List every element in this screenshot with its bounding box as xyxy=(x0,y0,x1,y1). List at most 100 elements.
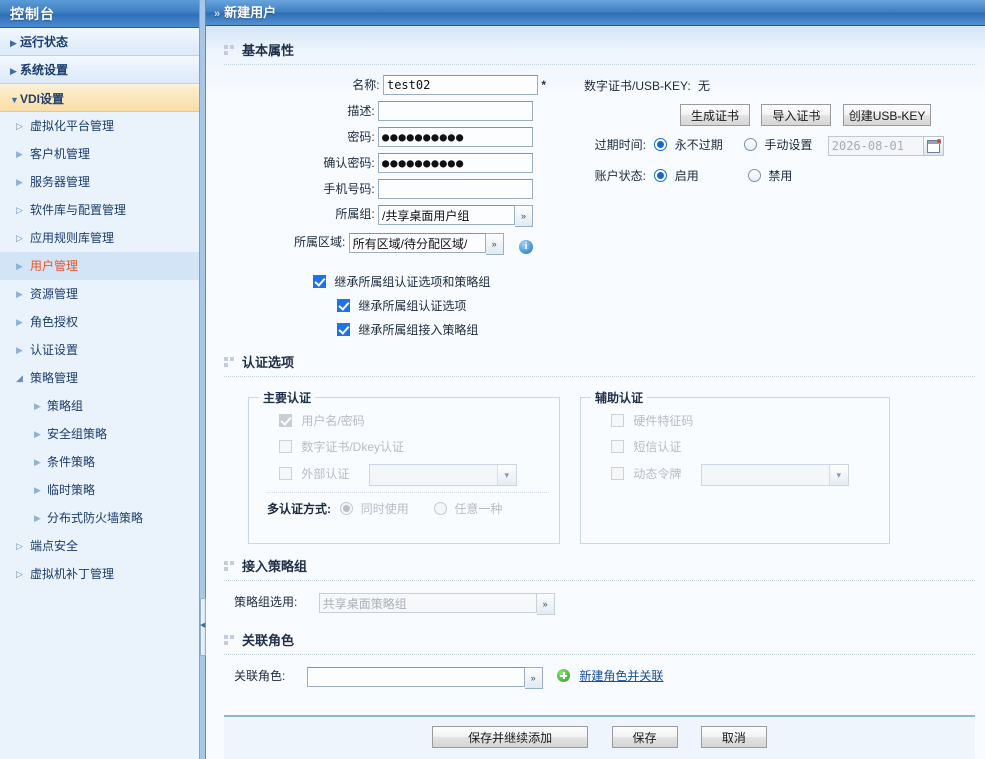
sidebar-item-label: 应用规则库管理 xyxy=(30,231,114,245)
description-input[interactable] xyxy=(378,101,533,121)
main-content: »新建用户 基本属性 名称: * xyxy=(206,0,985,759)
form-footer: 保存并继续添加 保存 取消 xyxy=(224,715,975,759)
policy-group-picker-button[interactable]: » xyxy=(537,593,555,615)
expire-manual-radio[interactable] xyxy=(744,138,757,151)
associated-roles-picker-button[interactable]: » xyxy=(525,667,543,689)
save-button[interactable]: 保存 xyxy=(612,726,678,748)
sidebar-group-vdi-settings[interactable]: ▼VDI设置 xyxy=(0,84,199,112)
sidebar-item-role-authorization[interactable]: ▶ 角色授权 xyxy=(0,308,199,336)
sidebar-item-distributed-firewall-policy[interactable]: ▶ 分布式防火墙策略 xyxy=(0,504,199,532)
sidebar-item-endpoint-security[interactable]: ▷ 端点安全 xyxy=(0,532,199,560)
sidebar-item-label: 认证设置 xyxy=(30,343,78,357)
inherit-policy-checkbox[interactable] xyxy=(337,323,350,336)
section-marker-icon xyxy=(224,357,236,367)
expire-never-label: 永不过期 xyxy=(675,138,723,152)
triangle-down-icon: ◢ xyxy=(16,364,23,392)
group-label: 所属组: xyxy=(335,207,374,221)
plus-circle-icon[interactable] xyxy=(557,669,570,682)
triangle-right-icon: ▶ xyxy=(34,476,41,504)
status-disabled-label: 禁用 xyxy=(768,169,792,183)
status-disabled-radio[interactable] xyxy=(748,169,761,182)
sidebar-item-condition-policy[interactable]: ▶条件策略 xyxy=(0,448,199,476)
sidebar-item-policy-management[interactable]: ◢ 策略管理 xyxy=(0,364,199,392)
sidebar-item-label: 客户机管理 xyxy=(30,147,90,161)
status-enabled-radio[interactable] xyxy=(654,169,667,182)
name-label: 名称: xyxy=(352,78,379,92)
triangle-right-icon: ▷ xyxy=(16,224,23,252)
triangle-right-icon: ▶ xyxy=(34,392,41,420)
expire-never-radio[interactable] xyxy=(654,138,667,151)
sidebar-item-resource-management[interactable]: ▶资源管理 xyxy=(0,280,199,308)
password-input[interactable] xyxy=(378,127,533,147)
sms-auth-checkbox xyxy=(611,440,624,453)
section-title-text: 接入策略组 xyxy=(242,559,307,574)
dynamic-token-label: 动态令牌 xyxy=(633,467,681,481)
confirm-password-input[interactable] xyxy=(378,153,533,173)
triangle-right-icon: ▶ xyxy=(16,168,23,196)
sidebar-splitter[interactable] xyxy=(200,0,206,759)
generate-certificate-button[interactable]: 生成证书 xyxy=(680,104,750,126)
area-picker-button[interactable]: » xyxy=(486,233,504,255)
create-role-link[interactable]: 新建角色并关联 xyxy=(579,669,663,683)
sidebar-item-label: 分布式防火墙策略 xyxy=(47,511,143,525)
group-picker-button[interactable]: » xyxy=(515,205,533,227)
sidebar-item-server-management[interactable]: ▶ 服务器管理 xyxy=(0,168,199,196)
inherit-auth-label: 继承所属组认证选项 xyxy=(358,299,466,313)
inherit-all-checkbox[interactable] xyxy=(313,275,326,288)
phone-label: 手机号码: xyxy=(323,182,374,196)
name-input[interactable] xyxy=(383,75,538,95)
sidebar-group-running-status[interactable]: ▶运行状态 xyxy=(0,28,199,56)
sidebar-item-label: 策略组 xyxy=(47,399,83,413)
import-certificate-button[interactable]: 导入证书 xyxy=(761,104,831,126)
calendar-icon[interactable] xyxy=(924,136,944,156)
sidebar-item-label: 策略管理 xyxy=(30,371,78,385)
section-header-basic-attributes: 基本属性 xyxy=(206,42,985,64)
double-chevron-right-icon: » xyxy=(214,8,220,20)
info-icon[interactable]: i xyxy=(519,240,533,254)
section-title-text: 关联角色 xyxy=(242,633,294,648)
chevron-right-icon: ▶ xyxy=(10,29,20,57)
triangle-right-icon: ▷ xyxy=(16,532,23,560)
sidebar-item-label: 服务器管理 xyxy=(30,175,90,189)
save-and-continue-button[interactable]: 保存并继续添加 xyxy=(432,726,588,748)
console-title: 控制台 xyxy=(0,0,199,28)
sidebar-item-label: 条件策略 xyxy=(47,455,95,469)
sidebar-item-label: 资源管理 xyxy=(30,287,78,301)
sidebar-item-label: 端点安全 xyxy=(30,539,78,553)
sidebar-item-virtualization-platform[interactable]: ▷虚拟化平台管理 xyxy=(0,112,199,140)
sidebar-item-client-management[interactable]: ▶客户机管理 xyxy=(0,140,199,168)
triangle-right-icon: ▶ xyxy=(34,504,41,532)
account-status-label: 账户状态: xyxy=(584,167,646,184)
sidebar-item-label: 角色授权 xyxy=(30,315,78,329)
section-header-policy-group: 接入策略组 xyxy=(206,558,985,580)
page-header: »新建用户 xyxy=(206,0,985,26)
area-input[interactable] xyxy=(349,233,486,253)
sidebar-item-app-rules[interactable]: ▷ 应用规则库管理 xyxy=(0,224,199,252)
sidebar-collapse-handle[interactable] xyxy=(200,598,206,656)
sidebar-item-software-repo[interactable]: ▷软件库与配置管理 xyxy=(0,196,199,224)
multi-auth-any-label: 任意一种 xyxy=(454,502,502,516)
external-auth-checkbox xyxy=(279,467,292,480)
triangle-right-icon: ▶ xyxy=(16,308,23,336)
sidebar-item-user-management[interactable]: ▶用户管理 xyxy=(0,252,199,280)
sidebar-item-vm-patch-management[interactable]: ▷虚拟机补丁管理 xyxy=(0,560,199,588)
cancel-button[interactable]: 取消 xyxy=(701,726,767,748)
expire-date-input[interactable] xyxy=(828,136,924,156)
sidebar-group-label: VDI设置 xyxy=(20,92,64,106)
sidebar-item-label: 虚拟机补丁管理 xyxy=(30,567,114,581)
group-input[interactable] xyxy=(378,205,515,225)
sidebar-item-auth-settings[interactable]: ▶认证设置 xyxy=(0,336,199,364)
sidebar-item-temporary-policy[interactable]: ▶临时策略 xyxy=(0,476,199,504)
section-marker-icon xyxy=(224,45,236,55)
create-usbkey-button[interactable]: 创建USB-KEY xyxy=(843,104,932,126)
certificate-label: 数字证书/USB-KEY: xyxy=(584,79,691,93)
inherit-auth-checkbox[interactable] xyxy=(337,299,350,312)
phone-input[interactable] xyxy=(378,179,533,199)
sidebar-item-label: 用户管理 xyxy=(30,259,78,273)
associated-roles-input[interactable] xyxy=(307,667,525,687)
sidebar-item-security-group-policy[interactable]: ▶安全组策略 xyxy=(0,420,199,448)
auxiliary-auth-group: 辅助认证 硬件特征码 短信认证 动态令牌 ▾ xyxy=(580,389,890,544)
area-label: 所属区域: xyxy=(294,235,345,249)
sidebar-item-policy-group[interactable]: ▶ 策略组 xyxy=(0,392,199,420)
sidebar-group-system-settings[interactable]: ▶系统设置 xyxy=(0,56,199,84)
